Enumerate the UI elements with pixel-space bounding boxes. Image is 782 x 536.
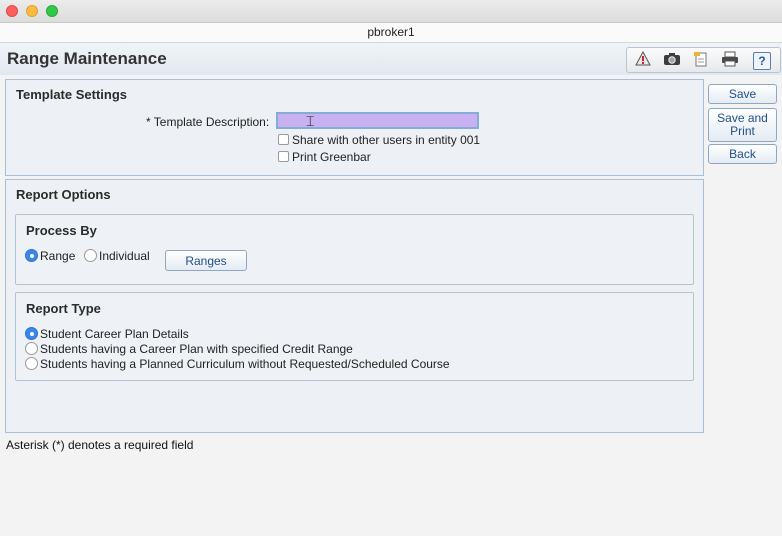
share-label: Share with other users in entity 001 — [292, 133, 481, 147]
header-toolbar: ? — [626, 47, 781, 73]
process-by-individual-label: Individual — [99, 249, 150, 263]
required-field-note: Asterisk (*) denotes a required field — [6, 438, 194, 452]
share-checkbox[interactable] — [278, 134, 289, 145]
report-type-option-radio[interactable] — [25, 342, 38, 355]
process-by-range-radio[interactable] — [25, 249, 38, 262]
ranges-button[interactable]: Ranges — [165, 250, 247, 271]
close-window-button[interactable] — [6, 5, 18, 17]
alert-icon[interactable] — [632, 50, 654, 69]
report-options-title: Report Options — [16, 187, 111, 202]
help-icon[interactable]: ? — [751, 51, 773, 70]
report-type-title: Report Type — [26, 301, 101, 316]
report-type-option-label: Students having a Career Plan with speci… — [40, 342, 353, 356]
page-title: Range Maintenance — [7, 49, 167, 68]
camera-icon[interactable] — [661, 51, 683, 69]
print-greenbar-checkbox[interactable] — [278, 151, 289, 162]
window-title: pbroker1 — [0, 23, 782, 43]
template-description-label: * Template Description: — [146, 115, 270, 129]
template-settings-title: Template Settings — [16, 87, 128, 102]
save-button[interactable]: Save — [708, 84, 777, 104]
report-type-option-label: Student Career Plan Details — [40, 327, 189, 341]
zoom-window-button[interactable] — [46, 5, 58, 17]
window-titlebar — [0, 0, 782, 23]
report-type-option-label: Students having a Planned Curriculum wit… — [40, 357, 450, 371]
text-cursor-icon: ⌶ — [306, 113, 315, 129]
report-type-option-radio[interactable] — [25, 327, 38, 340]
process-by-individual-radio[interactable] — [84, 249, 97, 262]
notes-icon[interactable] — [690, 51, 712, 69]
print-greenbar-label: Print Greenbar — [292, 150, 371, 164]
process-by-title: Process By — [26, 223, 97, 238]
printer-icon[interactable] — [719, 51, 741, 69]
report-type-option-radio[interactable] — [25, 357, 38, 370]
minimize-window-button[interactable] — [26, 5, 38, 17]
back-button[interactable]: Back — [708, 144, 777, 164]
process-by-range-label: Range — [40, 249, 76, 263]
save-and-print-button[interactable]: Save and Print — [708, 108, 777, 142]
